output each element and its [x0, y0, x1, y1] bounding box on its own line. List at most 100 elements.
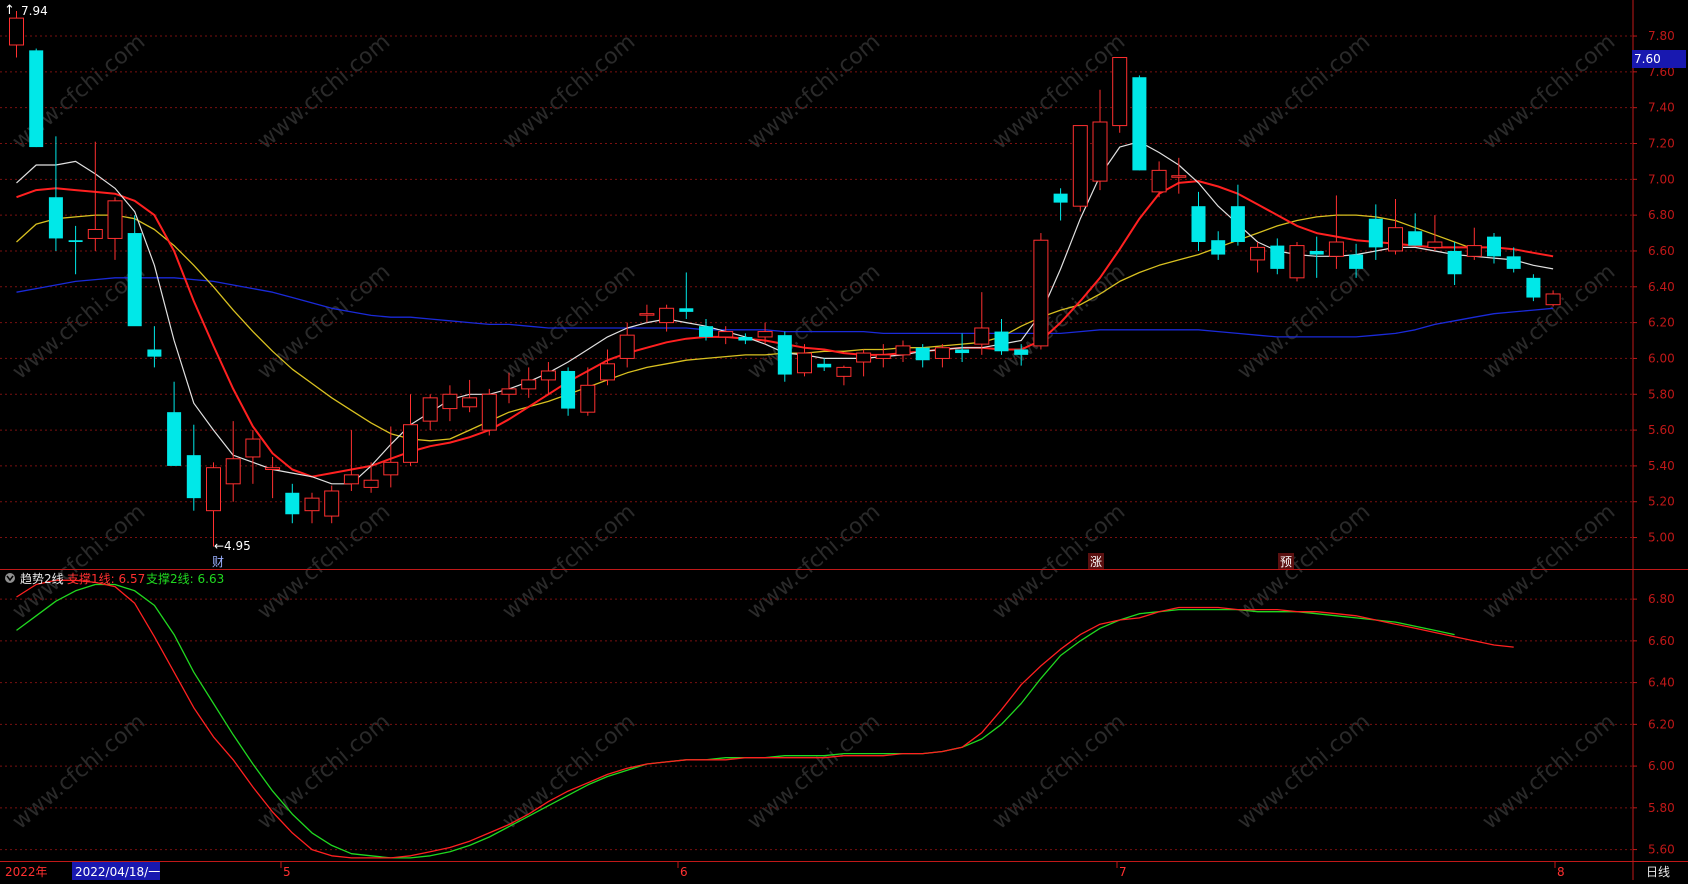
candle	[619, 322, 635, 368]
candle	[68, 225, 83, 275]
candle	[1072, 125, 1088, 212]
candle-body-up	[1466, 245, 1482, 257]
candle-body-up	[1072, 125, 1088, 207]
price-axis: 7.80 7.60 7.40 7.20 7.00 6.80 6.60 6.40 6.20 6.00…	[1633, 29, 1675, 545]
candle-body-down	[1191, 206, 1206, 243]
price-tick-label: 6.00	[1648, 351, 1675, 365]
candle-body-up	[265, 467, 281, 470]
candle	[1132, 75, 1147, 171]
candle	[895, 340, 911, 363]
candle-body-down	[186, 455, 201, 499]
candle-body-down	[285, 492, 300, 515]
ma-red-line	[16, 180, 1554, 478]
event-marker-finance[interactable]: 财	[212, 555, 224, 569]
candle	[1526, 274, 1541, 302]
candlesticks	[9, 10, 1561, 547]
candle-body-down	[1487, 236, 1501, 257]
watermark-text: www.cfchi.com	[988, 29, 1130, 154]
candle	[422, 394, 438, 431]
support2-label: 支撑2线: 6.63	[146, 571, 224, 586]
candle-body-down	[29, 50, 44, 148]
candle	[167, 381, 182, 466]
candle	[679, 272, 694, 320]
candle	[29, 48, 44, 148]
candle	[442, 385, 458, 422]
event-marker-forecast[interactable]: 预	[1280, 555, 1292, 569]
candle	[639, 304, 655, 323]
watermark-text: www.cfchi.com	[1478, 259, 1620, 384]
watermark-text: www.cfchi.com	[988, 499, 1130, 624]
candle-body-up	[797, 352, 812, 374]
watermark-layer: www.cfchi.com www.cfchi.com www.cfchi.com w…	[8, 29, 1620, 834]
price-tick-label: 5.20	[1648, 495, 1675, 509]
candle-body-up	[757, 331, 773, 338]
candle	[265, 456, 281, 499]
indicator-tick-label: 6.60	[1648, 634, 1675, 648]
candle	[1230, 184, 1245, 246]
candle-body-up	[422, 397, 438, 422]
current-price-label: 7.60	[1634, 52, 1661, 66]
candle-body-down	[1526, 277, 1541, 298]
candle	[836, 365, 852, 386]
candle-body-up	[974, 327, 990, 345]
candle	[777, 331, 792, 382]
candle-body-up	[206, 467, 221, 512]
price-tick-label: 7.80	[1648, 29, 1675, 43]
candle	[48, 136, 63, 251]
indicator-menu-icon[interactable]	[5, 573, 15, 583]
candle-body-up	[245, 438, 261, 458]
candle	[1309, 236, 1324, 278]
watermark-text: www.cfchi.com	[1233, 499, 1375, 624]
candle-body-down	[1230, 206, 1245, 243]
watermark-text: www.cfchi.com	[1478, 709, 1620, 834]
candle-body-up	[481, 393, 497, 431]
event-marker-rise[interactable]: 涨	[1090, 554, 1102, 569]
candle-body-up	[501, 388, 517, 395]
price-tick-label: 6.40	[1648, 280, 1675, 294]
candle	[186, 424, 201, 511]
kline-chart[interactable]: www.cfchi.com www.cfchi.com www.cfchi.com w…	[0, 0, 1688, 880]
candle	[934, 344, 950, 368]
candle-body-down	[1211, 240, 1226, 255]
candle-body-down	[915, 347, 930, 361]
watermark-text: www.cfchi.com	[8, 29, 150, 154]
candle-body-up	[304, 497, 320, 512]
indicator-tick-label: 6.20	[1648, 717, 1675, 731]
year-label: 2022年	[5, 865, 48, 879]
candle-body-down	[1132, 77, 1147, 171]
watermark-text: www.cfchi.com	[743, 499, 885, 624]
candle	[304, 492, 320, 524]
candle	[147, 326, 162, 368]
candle	[1328, 195, 1344, 269]
candle-body-down	[1309, 250, 1324, 255]
price-tick-label: 5.60	[1648, 423, 1675, 437]
stock-chart-window: www.cfchi.com www.cfchi.com www.cfchi.com w…	[0, 0, 1688, 880]
watermark-text: www.cfchi.com	[498, 259, 640, 384]
period-label[interactable]: 日线	[1646, 865, 1670, 879]
candle-body-up	[1388, 227, 1403, 252]
date-axis: 2022年 2022/04/18/一 5 6 7 8 日线	[5, 862, 1670, 880]
watermark-text: www.cfchi.com	[1478, 499, 1620, 624]
candle	[817, 358, 832, 371]
candle-body-up	[363, 479, 379, 488]
watermark-text: www.cfchi.com	[1478, 29, 1620, 154]
candle-body-up	[1171, 175, 1187, 178]
candle	[285, 483, 300, 524]
watermark-text: www.cfchi.com	[498, 709, 640, 834]
candle	[1388, 199, 1403, 255]
candle	[856, 349, 872, 377]
candle	[540, 362, 556, 395]
candle	[324, 485, 340, 524]
price-tick-label: 5.80	[1648, 387, 1675, 401]
price-tick-label: 7.00	[1648, 172, 1675, 186]
month-label-7: 7	[1119, 865, 1127, 879]
candle-body-up	[521, 379, 537, 390]
selected-date-label[interactable]: 2022/04/18/一	[75, 865, 160, 879]
candle-body-up	[324, 490, 340, 517]
candle-body-up	[934, 347, 950, 359]
indicator-name[interactable]: 趋势2线	[20, 572, 64, 586]
candle-body-down	[777, 335, 792, 375]
candle-body-down	[1053, 193, 1068, 203]
candle	[245, 430, 261, 484]
indicator-tick-label: 6.40	[1648, 676, 1675, 690]
